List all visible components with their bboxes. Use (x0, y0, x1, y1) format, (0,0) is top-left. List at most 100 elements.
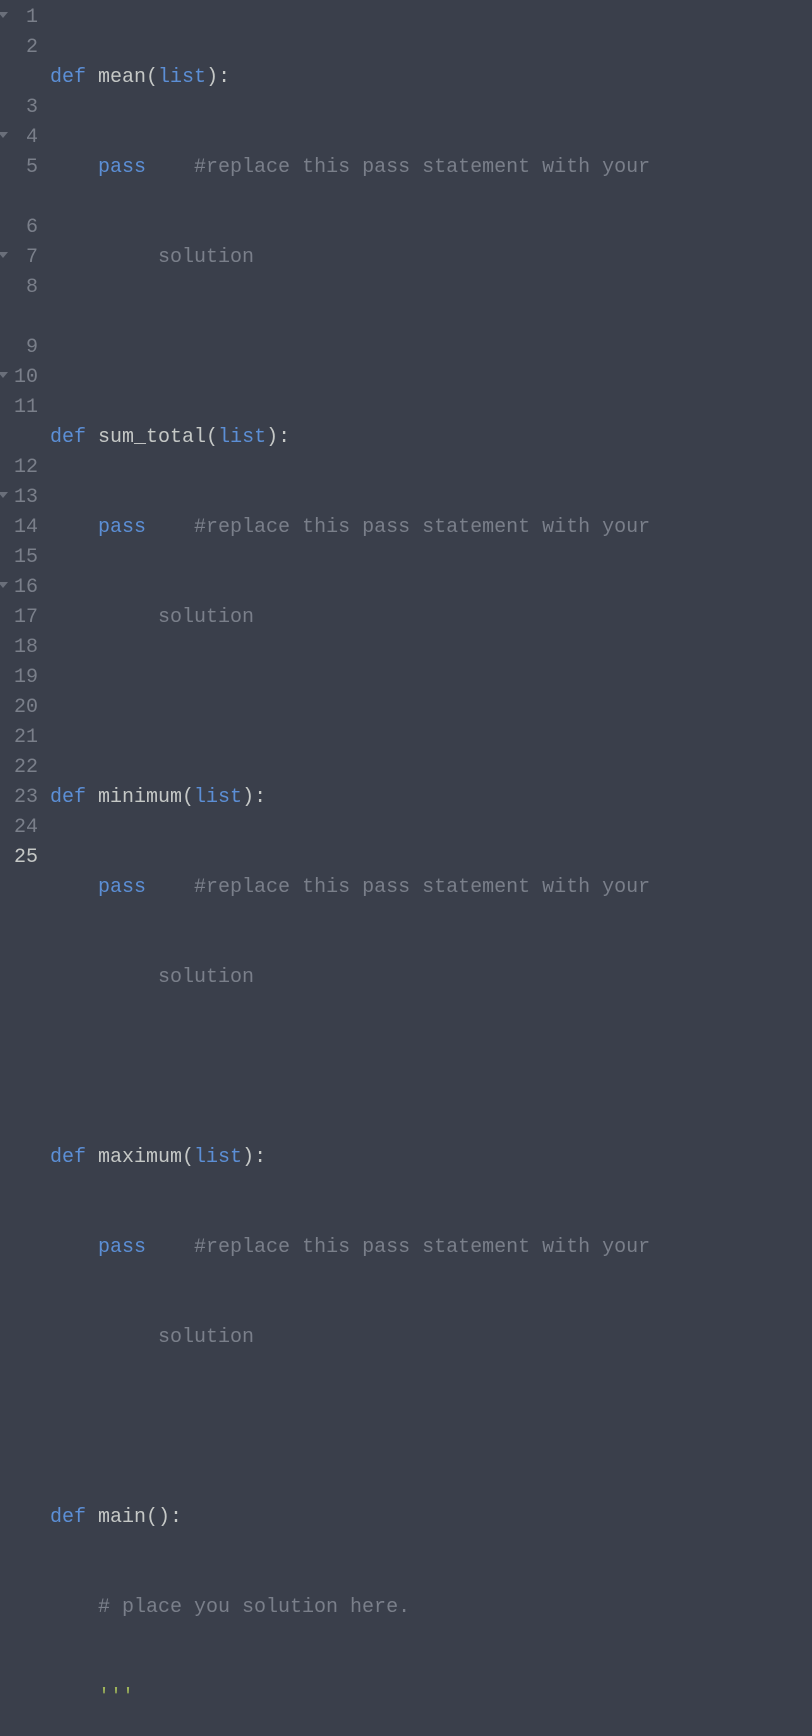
line-number: 11 (14, 396, 38, 419)
code-line[interactable]: def mean(list): (50, 63, 812, 93)
gutter-line: 15 (0, 543, 38, 573)
gutter-line: 5 (0, 153, 38, 183)
line-number: 7 (26, 246, 38, 269)
keyword-pass: pass (98, 156, 146, 179)
code-line[interactable]: pass #replace this pass statement with y… (50, 1233, 812, 1263)
fold-icon[interactable] (0, 492, 8, 498)
line-number: 12 (14, 456, 38, 479)
code-line-wrap[interactable]: solution (50, 603, 812, 633)
gutter-line: 21 (0, 723, 38, 753)
gutter-line: 4 (0, 123, 38, 153)
paren-close: ): (206, 66, 230, 89)
gutter-line: 23 (0, 783, 38, 813)
gutter-line: 10 (0, 363, 38, 393)
code-line[interactable]: pass #replace this pass statement with y… (50, 873, 812, 903)
comment: solution (158, 1326, 254, 1349)
code-line[interactable]: # place you solution here. (50, 1593, 812, 1623)
keyword-pass: pass (98, 1236, 146, 1259)
code-area[interactable]: def mean(list): pass #replace this pass … (44, 0, 812, 868)
line-number: 18 (14, 636, 38, 659)
paren-close: ): (242, 786, 266, 809)
parameter: list (218, 426, 266, 449)
comment: #replace this pass statement with your (194, 156, 650, 179)
parameter: list (194, 786, 242, 809)
line-number: 4 (26, 126, 38, 149)
code-line-wrap[interactable]: solution (50, 1323, 812, 1353)
comment: #replace this pass statement with your (194, 876, 650, 899)
code-line[interactable]: def minimum(list): (50, 783, 812, 813)
line-number: 25 (14, 846, 38, 869)
code-line-wrap[interactable]: solution (50, 963, 812, 993)
line-number: 13 (14, 486, 38, 509)
paren-close: ): (266, 426, 290, 449)
function-name: mean (86, 66, 146, 89)
code-line[interactable] (50, 693, 812, 723)
function-name: maximum (86, 1146, 182, 1169)
fold-icon[interactable] (0, 582, 8, 588)
line-number: 20 (14, 696, 38, 719)
fold-icon[interactable] (0, 252, 8, 258)
line-number: 5 (26, 156, 38, 179)
gutter-line: 12 (0, 453, 38, 483)
comment: #replace this pass statement with your (194, 1236, 650, 1259)
comment: # place you solution here. (98, 1596, 410, 1619)
keyword-def: def (50, 786, 86, 809)
line-number: 1 (26, 6, 38, 29)
gutter-line: 24 (0, 813, 38, 843)
gutter-line (0, 183, 38, 213)
line-number: 24 (14, 816, 38, 839)
keyword-def: def (50, 66, 86, 89)
line-number: 21 (14, 726, 38, 749)
gutter-line: 6 (0, 213, 38, 243)
gutter-line: 19 (0, 663, 38, 693)
line-number: 10 (14, 366, 38, 389)
code-line[interactable]: pass #replace this pass statement with y… (50, 513, 812, 543)
code-line[interactable]: ''' (50, 1683, 812, 1713)
fold-icon[interactable] (0, 372, 8, 378)
keyword-pass: pass (98, 516, 146, 539)
gutter-line: 13 (0, 483, 38, 513)
code-line[interactable] (50, 333, 812, 363)
fold-icon[interactable] (0, 132, 8, 138)
line-number-gutter: 1 2 3 4 5 6 7 8 9 10 11 12 13 14 15 16 1… (0, 0, 44, 868)
function-name: minimum (86, 786, 182, 809)
line-number: 8 (26, 276, 38, 299)
code-line[interactable]: def maximum(list): (50, 1143, 812, 1173)
line-number: 15 (14, 546, 38, 569)
comment: solution (158, 966, 254, 989)
line-number: 19 (14, 666, 38, 689)
code-line[interactable] (50, 1053, 812, 1083)
gutter-line: 16 (0, 573, 38, 603)
parameter: list (194, 1146, 242, 1169)
gutter-line: 17 (0, 603, 38, 633)
line-number: 14 (14, 516, 38, 539)
gutter-line (0, 423, 38, 453)
fold-icon[interactable] (0, 12, 8, 18)
line-number: 16 (14, 576, 38, 599)
code-line[interactable] (50, 1413, 812, 1443)
keyword-pass: pass (98, 876, 146, 899)
line-number: 2 (26, 36, 38, 59)
line-number: 22 (14, 756, 38, 779)
gutter-line: 22 (0, 753, 38, 783)
gutter-line: 3 (0, 93, 38, 123)
gutter-line (0, 63, 38, 93)
line-number: 3 (26, 96, 38, 119)
keyword-def: def (50, 1506, 86, 1529)
comment: solution (158, 606, 254, 629)
gutter-line: 14 (0, 513, 38, 543)
gutter-line: 8 (0, 273, 38, 303)
code-editor[interactable]: 1 2 3 4 5 6 7 8 9 10 11 12 13 14 15 16 1… (0, 0, 812, 868)
gutter-line: 18 (0, 633, 38, 663)
code-line[interactable]: def main(): (50, 1503, 812, 1533)
paren-close: ): (242, 1146, 266, 1169)
code-line[interactable]: def sum_total(list): (50, 423, 812, 453)
line-number: 9 (26, 336, 38, 359)
code-line-wrap[interactable]: solution (50, 243, 812, 273)
comment: #replace this pass statement with your (194, 516, 650, 539)
paren-open: ( (182, 786, 194, 809)
gutter-line: 7 (0, 243, 38, 273)
gutter-line: 25 (0, 843, 38, 873)
gutter-line: 11 (0, 393, 38, 423)
code-line[interactable]: pass #replace this pass statement with y… (50, 153, 812, 183)
